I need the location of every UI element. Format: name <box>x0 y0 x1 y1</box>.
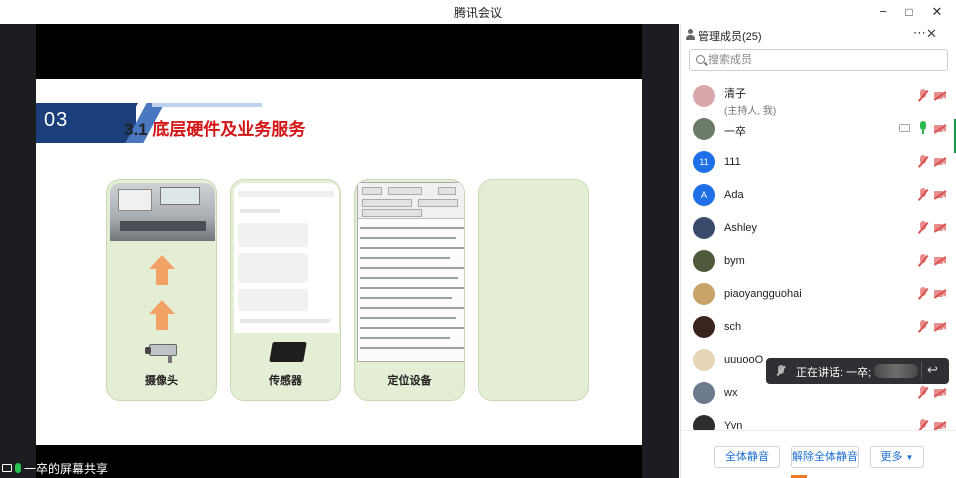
card-label: 定位设备 <box>387 375 432 387</box>
avatar <box>693 85 715 107</box>
camera-off-icon[interactable] <box>933 322 947 332</box>
section-number: 03 <box>44 109 69 131</box>
camera-off-icon[interactable] <box>933 421 947 430</box>
close-button[interactable]: ✕ <box>925 2 949 22</box>
member-row[interactable]: piaoyangguohai <box>681 280 956 313</box>
avatar <box>693 415 715 430</box>
person-icon <box>686 29 695 40</box>
mic-off-icon[interactable] <box>917 320 929 333</box>
mic-off-icon[interactable] <box>917 419 929 430</box>
avatar: A <box>693 184 715 206</box>
mic-off-icon[interactable] <box>917 155 929 168</box>
more-options-icon[interactable]: ⋯ <box>913 25 926 41</box>
panel-header: 管理成员(25) ⋯ ✕ <box>681 24 956 46</box>
card-sensor: 传感器 <box>230 179 341 401</box>
avatar <box>693 349 715 371</box>
camera-off-icon[interactable] <box>933 223 947 233</box>
camera-off-icon[interactable] <box>933 190 947 200</box>
unmute-all-button[interactable]: 解除全体静音 <box>791 446 859 468</box>
security-camera-icon <box>145 344 177 363</box>
camera-off-icon[interactable] <box>933 289 947 299</box>
panel-title: 管理成员(25) <box>698 31 762 43</box>
camera-off-icon[interactable] <box>933 157 947 167</box>
screen-share-icon <box>2 464 12 472</box>
avatar <box>693 316 715 338</box>
member-name: Ashley <box>724 222 758 234</box>
blurred-name <box>874 364 918 378</box>
speaking-label: 正在讲话: 一卒; <box>796 367 872 379</box>
member-name: Yvn <box>724 420 743 430</box>
member-row[interactable]: Ashley <box>681 214 956 247</box>
card-label: 摄像头 <box>145 375 178 387</box>
minimize-button[interactable]: − <box>871 2 895 22</box>
camera-off-icon[interactable] <box>933 388 947 398</box>
member-name: sch <box>724 321 742 333</box>
screen-share-icon <box>899 124 910 132</box>
room-photo <box>110 183 215 241</box>
avatar <box>693 283 715 305</box>
presentation-slide: 03 3.1 底层硬件及业务服务 摄像头 传感器 定位设备 <box>36 79 642 445</box>
share-indicator: 一卒的屏幕共享 <box>0 460 108 476</box>
slide-heading: 3.1 底层硬件及业务服务 <box>124 120 306 139</box>
member-row[interactable]: sch <box>681 313 956 346</box>
close-panel-icon[interactable]: ✕ <box>926 26 937 42</box>
camera-off-icon[interactable] <box>933 124 947 134</box>
mic-off-icon[interactable] <box>917 254 929 267</box>
mic-off-icon[interactable] <box>917 188 929 201</box>
search-icon <box>696 55 705 64</box>
title-bar: 腾讯会议 − □ ✕ <box>0 0 956 24</box>
avatar <box>693 382 715 404</box>
avatar <box>693 250 715 272</box>
sharer-label: 一卒的屏幕共享 <box>24 461 109 476</box>
mic-off-icon[interactable] <box>917 221 929 234</box>
mic-off-icon[interactable] <box>917 287 929 300</box>
member-name: 111 <box>724 156 741 168</box>
maximize-button[interactable]: □ <box>897 2 921 22</box>
return-icon[interactable]: ↩ <box>927 362 938 378</box>
avatar <box>693 118 715 140</box>
screen-share-area[interactable]: 03 3.1 底层硬件及业务服务 摄像头 传感器 定位设备 一卒的屏幕共享 <box>0 24 679 478</box>
more-button[interactable]: 更多 ▼ <box>870 446 924 468</box>
app-screenshot <box>234 183 339 333</box>
card-label: 传感器 <box>269 375 302 387</box>
speaking-toast: 正在讲话: 一卒; ↩ <box>766 358 949 384</box>
member-row[interactable]: Yvn <box>681 412 956 430</box>
mic-off-icon[interactable] <box>917 89 929 102</box>
caret-down-icon: ▼ <box>905 453 914 462</box>
card-camera: 摄像头 <box>106 179 217 401</box>
mic-off-icon <box>776 365 786 377</box>
member-search[interactable] <box>689 49 948 71</box>
member-name: wx <box>724 387 738 399</box>
mic-on-icon <box>15 463 21 473</box>
member-name: Ada <box>724 189 744 201</box>
arrow-up-icon <box>149 255 175 287</box>
sensor-device-icon <box>269 342 307 362</box>
member-name: 一卒 <box>724 126 746 138</box>
avatar <box>693 217 715 239</box>
member-name: uuuooO <box>724 354 764 366</box>
arrow-up-icon <box>149 300 175 332</box>
member-name: bym <box>724 255 745 267</box>
avatar: 11 <box>693 151 715 173</box>
member-row[interactable]: bym <box>681 247 956 280</box>
member-name: piaoyangguohai <box>724 288 802 300</box>
member-row[interactable]: A Ada <box>681 181 956 214</box>
member-row[interactable]: 11 111 <box>681 148 956 181</box>
mic-off-icon[interactable] <box>917 386 929 399</box>
member-row[interactable]: 一卒 <box>681 115 956 148</box>
mic-on-icon[interactable] <box>917 121 929 135</box>
member-panel: 管理成员(25) ⋯ ✕ 清子(主持人, 我)一卒11111AAdaAshley… <box>680 24 956 478</box>
window-title: 腾讯会议 <box>453 6 502 20</box>
mute-all-button[interactable]: 全体静音 <box>714 446 780 468</box>
serial-console-screenshot <box>357 182 464 362</box>
panel-actions: 全体静音 解除全体静音 更多 ▼ <box>681 430 956 478</box>
search-input[interactable] <box>708 52 938 68</box>
camera-off-icon[interactable] <box>933 256 947 266</box>
member-name: 清子 <box>724 88 746 100</box>
member-row[interactable]: 清子 (主持人, 我) <box>681 84 956 117</box>
camera-off-icon[interactable] <box>933 91 947 101</box>
card-empty <box>478 179 589 401</box>
card-positioning: 定位设备 <box>354 179 465 401</box>
